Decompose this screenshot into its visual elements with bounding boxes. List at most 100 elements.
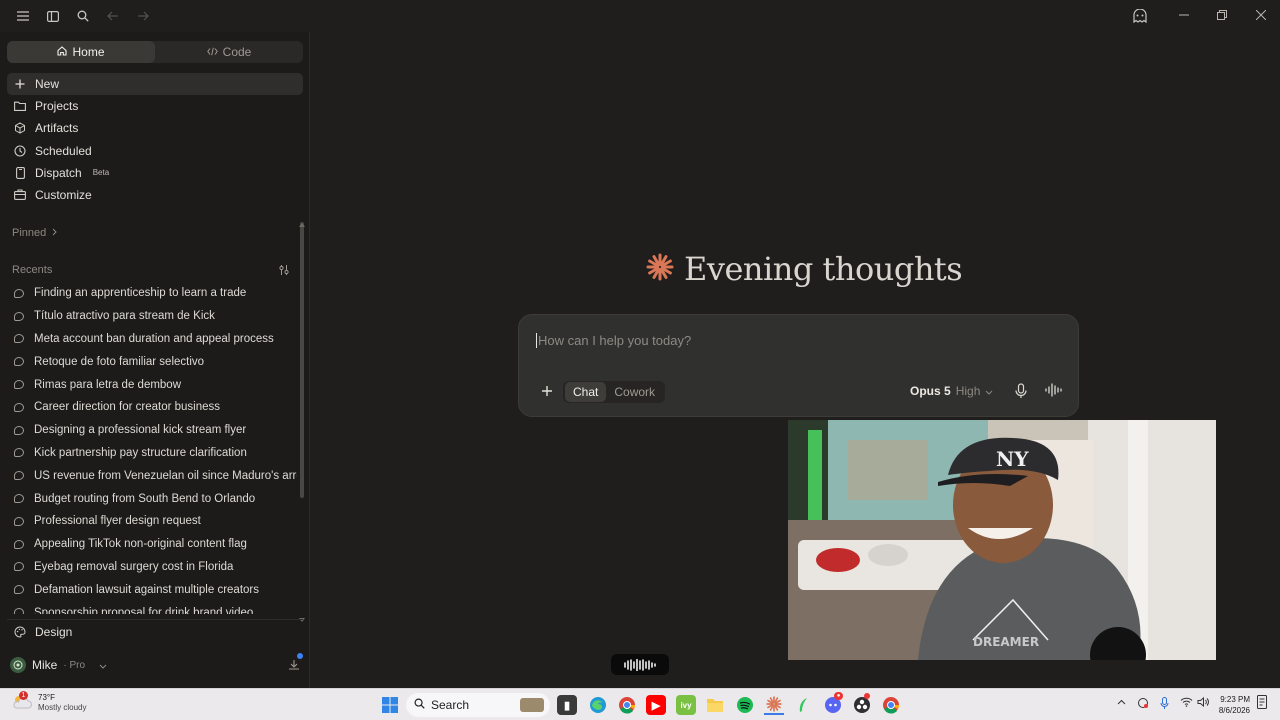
briefcase-icon <box>14 189 26 201</box>
microphone-icon[interactable] <box>1014 383 1030 401</box>
sidebar-item-label: Customize <box>35 187 92 202</box>
clock-date: 8/6/2026 <box>1218 706 1250 715</box>
taskbar-clock[interactable]: 9:23 PM 8/6/2026 <box>1214 694 1250 716</box>
sidebar-item-projects[interactable]: Projects <box>7 95 303 117</box>
windows-taskbar: 1 73°F Mostly cloudy Search ▮ ▶ ivy ● 9:… <box>0 688 1280 720</box>
recent-chat-item[interactable]: Career direction for creator business <box>7 396 297 419</box>
recent-chat-title: Professional flyer design request <box>34 515 201 528</box>
model-selector[interactable]: Opus 5 High <box>910 384 993 398</box>
wifi-icon[interactable] <box>1180 697 1193 710</box>
hamburger-icon[interactable] <box>13 6 33 26</box>
voice-mode-icon[interactable] <box>1045 383 1063 401</box>
obs-record-dot <box>864 693 870 699</box>
arrow-left-icon[interactable] <box>103 6 123 26</box>
sidebar-toggle-icon[interactable] <box>43 6 63 26</box>
chevron-right-icon <box>52 227 57 239</box>
chrome-profile-app-icon[interactable] <box>881 695 901 715</box>
chrome-app-icon[interactable] <box>617 695 637 715</box>
minimize-icon[interactable] <box>1166 4 1202 26</box>
chat-bubble-icon <box>14 288 24 298</box>
scroll-up-icon[interactable] <box>299 214 305 232</box>
chat-bubble-icon <box>14 402 24 412</box>
search-icon <box>414 698 425 712</box>
download-icon[interactable] <box>288 653 303 676</box>
arrow-right-icon[interactable] <box>133 6 153 26</box>
recent-chat-item[interactable]: US revenue from Venezuelan oil since Mad… <box>7 464 297 487</box>
edge-app-icon[interactable] <box>588 695 608 715</box>
greeting-text: Evening thoughts <box>684 250 963 288</box>
prompt-input[interactable] <box>536 333 1036 348</box>
chat-bubble-icon <box>14 311 24 321</box>
sidebar-item-label: Design <box>35 624 73 639</box>
file-explorer-icon[interactable] <box>705 695 725 715</box>
restore-icon[interactable] <box>1204 4 1240 26</box>
recent-chat-item[interactable]: Meta account ban duration and appeal pro… <box>7 328 297 351</box>
tab-home[interactable]: Home <box>7 41 155 63</box>
tray-mic-icon[interactable] <box>1160 697 1169 713</box>
volume-icon[interactable] <box>1197 696 1209 710</box>
sidebar-item-design[interactable]: Design <box>7 619 303 641</box>
recent-chat-item[interactable]: Sponsorship proposal for drink brand vid… <box>7 601 297 614</box>
recents-section-header: Recents <box>12 264 52 276</box>
recent-chat-title: Rimas para letra de dembow <box>34 378 182 391</box>
voice-recorder-pill[interactable] <box>611 654 669 675</box>
recent-chat-item[interactable]: Finding an apprenticeship to learn a tra… <box>7 282 297 305</box>
sidebar-item-new[interactable]: New <box>7 73 303 95</box>
pinned-section-header[interactable]: Pinned <box>12 227 57 239</box>
recents-label: Recents <box>12 264 53 276</box>
recent-chat-item[interactable]: Kick partnership pay structure clarifica… <box>7 442 297 465</box>
recent-chat-item[interactable]: Eyebag removal surgery cost in Florida <box>7 556 297 579</box>
claude-spark-icon <box>646 253 674 286</box>
chevron-down-icon <box>985 384 993 398</box>
ghost-icon[interactable] <box>1130 6 1150 26</box>
recent-chat-title: Budget routing from South Bend to Orland… <box>34 492 256 505</box>
search-icon[interactable] <box>73 6 93 26</box>
notification-icon[interactable] <box>1257 695 1267 712</box>
tab-code[interactable]: Code <box>155 41 303 63</box>
tab-home-label: Home <box>72 45 105 59</box>
sidebar-item-label: Projects <box>35 99 79 114</box>
youtube-app-icon[interactable]: ▶ <box>646 695 666 715</box>
home-icon <box>57 45 68 59</box>
recent-chat-item[interactable]: Título atractivo para stream de Kick <box>7 305 297 328</box>
weather-widget[interactable]: 1 73°F Mostly cloudy <box>12 690 86 712</box>
taskbar-search[interactable]: Search <box>406 693 550 717</box>
taskbar-search-label: Search <box>431 698 470 712</box>
user-menu[interactable]: Mike · Pro <box>10 657 107 673</box>
recent-chat-item[interactable]: Designing a professional kick stream fly… <box>7 419 297 442</box>
filter-icon[interactable] <box>278 263 290 281</box>
sidebar-item-scheduled[interactable]: Scheduled <box>7 140 303 162</box>
recent-chat-title: Retoque de foto familiar selectivo <box>34 355 205 368</box>
ivy-app-icon[interactable]: ivy <box>676 695 696 715</box>
sidebar-item-dispatch[interactable]: Dispatch Beta <box>7 162 303 184</box>
sidebar-item-artifacts[interactable]: Artifacts <box>7 117 303 139</box>
chat-bubble-icon <box>14 585 24 595</box>
claude-app-icon[interactable] <box>764 695 784 715</box>
recent-chat-item[interactable]: Appealing TikTok non-original content fl… <box>7 533 297 556</box>
discord-app-icon[interactable]: ● <box>823 692 843 715</box>
recent-chat-item[interactable]: Professional flyer design request <box>7 510 297 533</box>
chevron-down-icon <box>99 658 107 672</box>
recent-chat-title: Meta account ban duration and appeal pro… <box>34 332 274 345</box>
weather-alert-badge: 1 <box>19 690 28 700</box>
terminal-app-icon[interactable]: ▮ <box>557 695 577 715</box>
recent-chat-item[interactable]: Rimas para letra de dembow <box>7 373 297 396</box>
sidebar-scrollbar[interactable] <box>300 222 304 498</box>
close-icon[interactable] <box>1243 4 1279 26</box>
notification-dot <box>297 653 303 659</box>
weather-temp: 73°F <box>38 693 55 702</box>
chat-bubble-icon <box>14 516 24 526</box>
spotify-app-icon[interactable] <box>735 695 755 715</box>
obs-app-icon[interactable] <box>852 693 872 715</box>
add-attachment-button[interactable] <box>537 381 557 401</box>
tray-app-icon[interactable] <box>1137 697 1149 712</box>
mode-chat[interactable]: Chat <box>565 382 607 402</box>
mode-cowork[interactable]: Cowork <box>606 382 663 402</box>
recent-chat-item[interactable]: Defamation lawsuit against multiple crea… <box>7 578 297 601</box>
recent-chat-item[interactable]: Retoque de foto familiar selectivo <box>7 350 297 373</box>
tray-chevron-icon[interactable] <box>1117 697 1126 708</box>
windows-start-icon[interactable] <box>380 695 400 715</box>
recent-chat-item[interactable]: Budget routing from South Bend to Orland… <box>7 487 297 510</box>
sidebar-item-customize[interactable]: Customize <box>7 184 303 206</box>
robinhood-app-icon[interactable] <box>793 695 813 715</box>
